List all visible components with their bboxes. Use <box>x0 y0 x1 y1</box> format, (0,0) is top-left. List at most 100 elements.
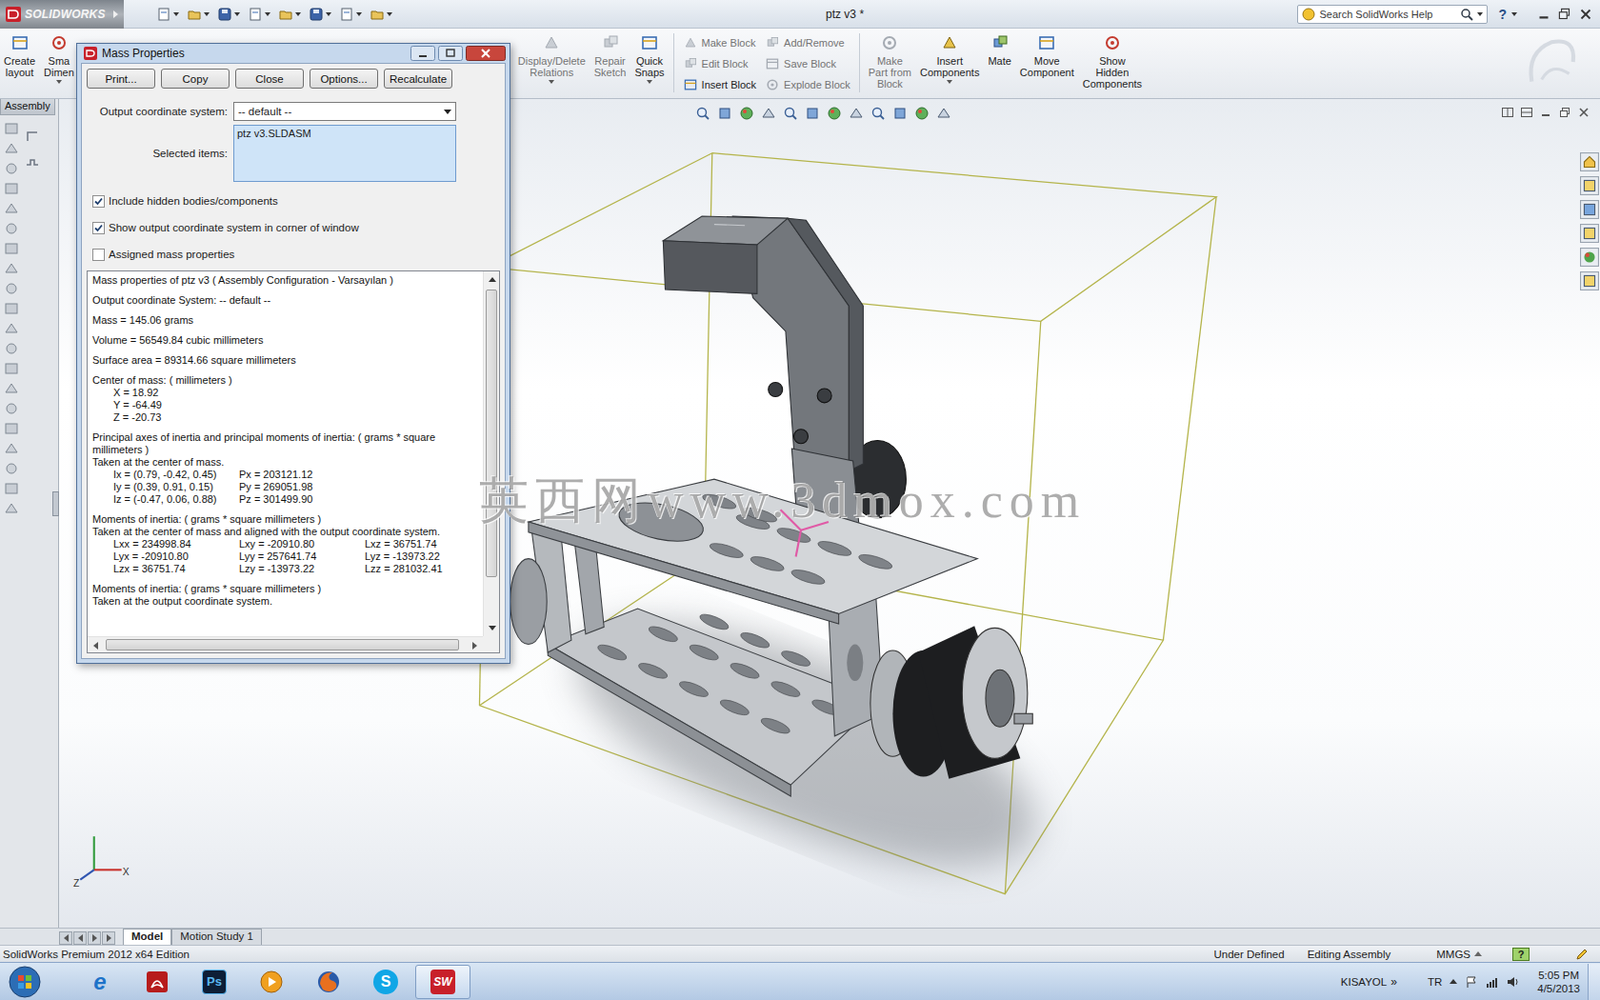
dropdown-arrow-icon[interactable] <box>203 12 210 17</box>
help-search-field[interactable]: Search SolidWorks Help <box>1297 4 1488 24</box>
command-tab[interactable]: Assembly <box>0 99 56 116</box>
dropdown-arrow-icon[interactable] <box>264 12 271 17</box>
dialog-button[interactable]: Options... <box>309 68 379 89</box>
feature-icon[interactable] <box>3 440 20 457</box>
feature-icon[interactable] <box>3 500 20 517</box>
previous-tab-icon[interactable] <box>73 931 87 945</box>
horizontal-scrollbar[interactable] <box>87 636 483 653</box>
ribbon-small-command[interactable]: Save Block <box>764 54 851 74</box>
view-tool-icon[interactable] <box>782 105 799 121</box>
feature-icon[interactable] <box>3 260 20 277</box>
dropdown-arrow-icon[interactable] <box>56 80 62 84</box>
open-button[interactable] <box>186 6 210 22</box>
view-tool-icon[interactable] <box>936 105 952 121</box>
clock[interactable]: 5:05 PM 4/5/2013 <box>1537 968 1580 996</box>
view-tool-icon[interactable] <box>826 105 842 121</box>
dropdown-arrow-icon[interactable] <box>356 12 362 17</box>
dropdown-arrow-icon[interactable] <box>946 80 953 84</box>
ribbon-small-command[interactable]: Make Block <box>682 33 757 53</box>
ribbon-command[interactable]: Display/DeleteRelations <box>518 33 586 84</box>
checkbox-icon[interactable] <box>92 195 105 208</box>
model-tab[interactable]: Model <box>122 928 172 945</box>
dropdown-arrow-icon[interactable] <box>325 12 332 17</box>
dialog-button[interactable]: Recalculate <box>383 68 453 89</box>
maximize-icon[interactable] <box>438 45 463 61</box>
feature-icon[interactable] <box>3 380 20 397</box>
option-checkbox[interactable]: Assigned mass properties <box>86 246 500 262</box>
feature-icon[interactable] <box>3 340 20 357</box>
acrobat-taskbar-button[interactable] <box>129 964 185 1000</box>
dropdown-arrow-icon[interactable] <box>173 12 180 17</box>
close-icon[interactable] <box>1577 105 1591 120</box>
dropdown-arrow-icon[interactable] <box>646 80 653 84</box>
minimize-icon[interactable] <box>1535 6 1553 22</box>
properties-icon[interactable] <box>1580 271 1600 291</box>
ribbon-command[interactable]: Createlayout <box>3 33 36 79</box>
view-tool-icon[interactable] <box>695 105 711 121</box>
dimension-icon[interactable] <box>24 128 40 144</box>
checkbox-icon[interactable] <box>92 248 105 261</box>
dialog-button[interactable]: Close <box>235 68 304 89</box>
dialog-title-bar[interactable]: Mass Properties <box>80 43 506 63</box>
line-icon[interactable] <box>24 155 40 171</box>
feature-icon[interactable] <box>3 220 20 237</box>
ribbon-small-command[interactable]: Explode Block <box>764 75 851 95</box>
dropdown-arrow-icon[interactable] <box>443 109 452 115</box>
feature-icon[interactable] <box>3 360 20 377</box>
solidworks-menu[interactable]: SOLIDWORKS <box>0 0 124 29</box>
solidworks-taskbar-button[interactable]: SW <box>415 964 471 1000</box>
feature-icon[interactable] <box>3 240 20 257</box>
dialog-button[interactable]: Print... <box>86 68 156 89</box>
dropdown-arrow-icon[interactable] <box>386 12 393 17</box>
dropdown-arrow-icon[interactable] <box>295 12 301 17</box>
view-tool-icon[interactable] <box>914 105 930 121</box>
feature-icon[interactable] <box>3 320 20 337</box>
option-checkbox[interactable]: Include hidden bodies/components <box>86 193 500 209</box>
show-desktop-button[interactable] <box>1587 963 1600 1000</box>
toolbar-more-button[interactable]: » <box>1390 975 1398 989</box>
select-button[interactable] <box>308 6 332 22</box>
feature-icon[interactable] <box>3 460 20 477</box>
dropdown-arrow-icon[interactable] <box>1477 12 1483 17</box>
feature-icon[interactable] <box>3 200 20 217</box>
feature-icon[interactable] <box>3 160 20 177</box>
appearance-icon[interactable] <box>1580 247 1600 267</box>
first-tab-icon[interactable] <box>59 931 73 945</box>
print-button[interactable] <box>247 6 271 22</box>
dropdown-arrow-icon[interactable] <box>1511 12 1518 17</box>
new-button[interactable] <box>156 6 180 22</box>
photoshop-taskbar-button[interactable]: Ps <box>186 964 242 1000</box>
magnifier-icon[interactable] <box>1460 7 1474 21</box>
feature-icon[interactable] <box>3 280 20 297</box>
split-view-icon[interactable] <box>1500 105 1515 120</box>
feature-icon[interactable] <box>3 300 20 317</box>
ribbon-small-command[interactable]: Insert Block <box>682 75 757 95</box>
view-tool-icon[interactable] <box>760 105 777 121</box>
rebuild-button[interactable] <box>339 6 362 22</box>
home-icon[interactable] <box>1580 152 1600 172</box>
media-taskbar-button[interactable] <box>243 964 300 1000</box>
network-icon[interactable] <box>1485 975 1500 989</box>
ribbon-command[interactable]: MoveComponent <box>1020 33 1075 79</box>
explorer-icon[interactable] <box>1580 223 1600 243</box>
ribbon-command[interactable]: ShowHiddenComponents <box>1082 33 1142 90</box>
ribbon-small-command[interactable]: Add/Remove <box>764 33 851 53</box>
library-icon[interactable] <box>1580 200 1600 220</box>
ribbon-command[interactable]: RepairSketch <box>594 33 627 79</box>
view-tool-icon[interactable] <box>717 105 733 121</box>
ribbon-command[interactable]: QuickSnaps <box>634 33 664 84</box>
minimize-icon[interactable] <box>1539 105 1553 120</box>
view-tool-icon[interactable] <box>739 105 755 121</box>
quick-launch-toolbar[interactable]: KISAYOL <box>1340 976 1387 988</box>
view-tool-icon[interactable] <box>848 105 864 121</box>
next-tab-icon[interactable] <box>87 931 101 945</box>
pencil-icon[interactable] <box>1575 947 1589 961</box>
feature-icon[interactable] <box>3 180 20 197</box>
coordinate-system-select[interactable]: -- default -- <box>233 101 457 121</box>
minimize-icon[interactable] <box>410 45 436 61</box>
action-center-flag-icon[interactable] <box>1464 975 1479 989</box>
restore-icon[interactable] <box>1556 6 1574 22</box>
feature-icon[interactable] <box>3 420 20 437</box>
start-orb-icon[interactable] <box>7 964 42 1000</box>
model-tab[interactable]: Motion Study 1 <box>171 928 262 945</box>
